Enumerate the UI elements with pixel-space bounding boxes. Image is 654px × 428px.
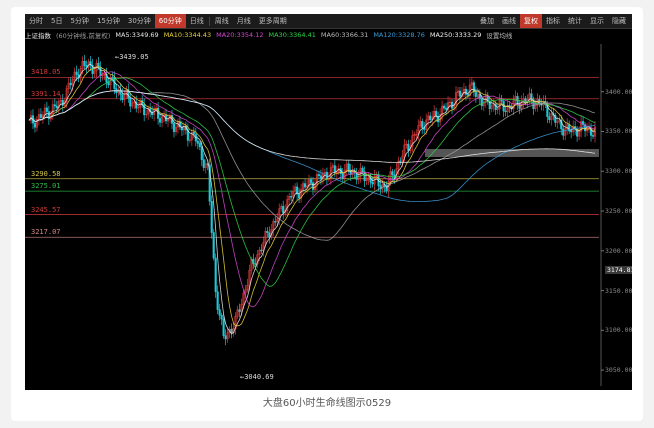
y-tick-label: 3350.00 — [605, 127, 632, 136]
candle-body — [317, 174, 321, 177]
candle-body — [562, 128, 565, 136]
candle-body — [458, 90, 462, 97]
candle-body — [309, 179, 313, 183]
candle-body — [212, 232, 215, 259]
candle-body — [319, 175, 322, 180]
ma60-line — [28, 90, 596, 241]
candle-body — [282, 205, 285, 214]
level-label-3217: 3217.07 — [31, 228, 61, 237]
level-label-3275: 3275.01 — [31, 182, 61, 191]
candle-body — [172, 123, 176, 133]
candle-body — [230, 328, 233, 334]
candle-body — [222, 318, 225, 336]
candle-body — [33, 122, 37, 128]
candle-body — [399, 160, 402, 163]
candle-body — [200, 146, 203, 160]
level-label-3290: 3290.58 — [31, 169, 61, 178]
candle-body — [55, 105, 58, 108]
candle-body — [274, 221, 277, 223]
high-marker: ←3439.05 — [115, 53, 149, 61]
candle-body — [196, 140, 199, 144]
candle-body — [548, 116, 551, 121]
candle-body — [224, 335, 227, 340]
candle-body — [341, 173, 344, 179]
candle-body — [121, 94, 124, 101]
candle-body — [591, 135, 595, 137]
candle-body — [371, 182, 374, 185]
candle-body — [159, 118, 162, 123]
candle-body — [69, 82, 72, 86]
candle-body — [466, 94, 469, 96]
candle-body — [220, 314, 223, 320]
trading-chart-window: 分时 5日 5分钟 15分钟 30分钟 60分钟 日线 周线 月线 更多周期 叠… — [25, 14, 632, 390]
candle-body — [311, 182, 315, 190]
candle-body — [216, 291, 219, 310]
candle-body — [407, 143, 410, 151]
candle-body — [450, 101, 454, 109]
y-tick-label: 3200.00 — [605, 246, 632, 255]
candle-body — [260, 249, 263, 252]
candle-body — [214, 257, 217, 292]
candlestick-chart[interactable] — [25, 14, 632, 390]
y-tick-label: 3100.00 — [605, 326, 632, 335]
candle-body — [266, 231, 269, 233]
candle-body — [421, 121, 424, 128]
candle-body — [61, 100, 64, 106]
candle-body — [45, 107, 48, 112]
candle-body — [570, 130, 573, 133]
candle-body — [464, 88, 467, 95]
y-tick-label: 3150.00 — [605, 286, 632, 295]
ma5-line — [28, 63, 596, 335]
candle-body — [347, 163, 350, 171]
candle-body — [53, 104, 56, 107]
candle-body — [391, 171, 394, 176]
level-label-3418: 3418.05 — [31, 68, 61, 77]
candle-body — [504, 110, 507, 113]
candle-body — [290, 196, 293, 198]
candle-body — [83, 60, 86, 66]
candle-body — [443, 105, 446, 109]
low-marker: ←3040.69 — [240, 373, 274, 381]
y-tick-label: 3250.00 — [605, 207, 632, 216]
candle-body — [198, 143, 201, 147]
candle-body — [472, 82, 475, 93]
candle-body — [238, 309, 241, 312]
candle-body — [75, 71, 78, 75]
candle-body — [500, 99, 503, 102]
level-label-3391: 3391.14 — [31, 89, 61, 98]
candle-body — [268, 232, 271, 238]
candle-body — [304, 183, 307, 188]
candle-body — [298, 193, 301, 199]
candle-body — [192, 131, 195, 135]
current-price-tag: 3174.81 — [605, 265, 632, 274]
candle-body — [480, 98, 483, 107]
high-marker-value: 3439.05 — [119, 53, 149, 61]
candle-body — [218, 309, 221, 316]
candle-body — [129, 97, 132, 107]
candle-body — [202, 159, 205, 168]
candle-body — [474, 91, 477, 97]
candle-body — [254, 263, 257, 265]
y-tick-label: 3300.00 — [605, 167, 632, 176]
level-label-3245: 3245.57 — [31, 205, 61, 214]
candle-body — [435, 111, 438, 117]
low-marker-value: 3040.69 — [244, 373, 274, 381]
candle-body — [445, 107, 448, 110]
y-tick-label: 3400.00 — [605, 87, 632, 96]
candle-body — [111, 77, 114, 79]
y-tick-label: 3050.00 — [605, 366, 632, 375]
candle-body — [333, 165, 336, 173]
candle-body — [39, 114, 42, 118]
image-caption: 大盘60小时生命线图示0529 — [262, 398, 392, 409]
candle-body — [429, 115, 432, 121]
candle-body — [210, 201, 213, 233]
candle-body — [361, 167, 364, 173]
